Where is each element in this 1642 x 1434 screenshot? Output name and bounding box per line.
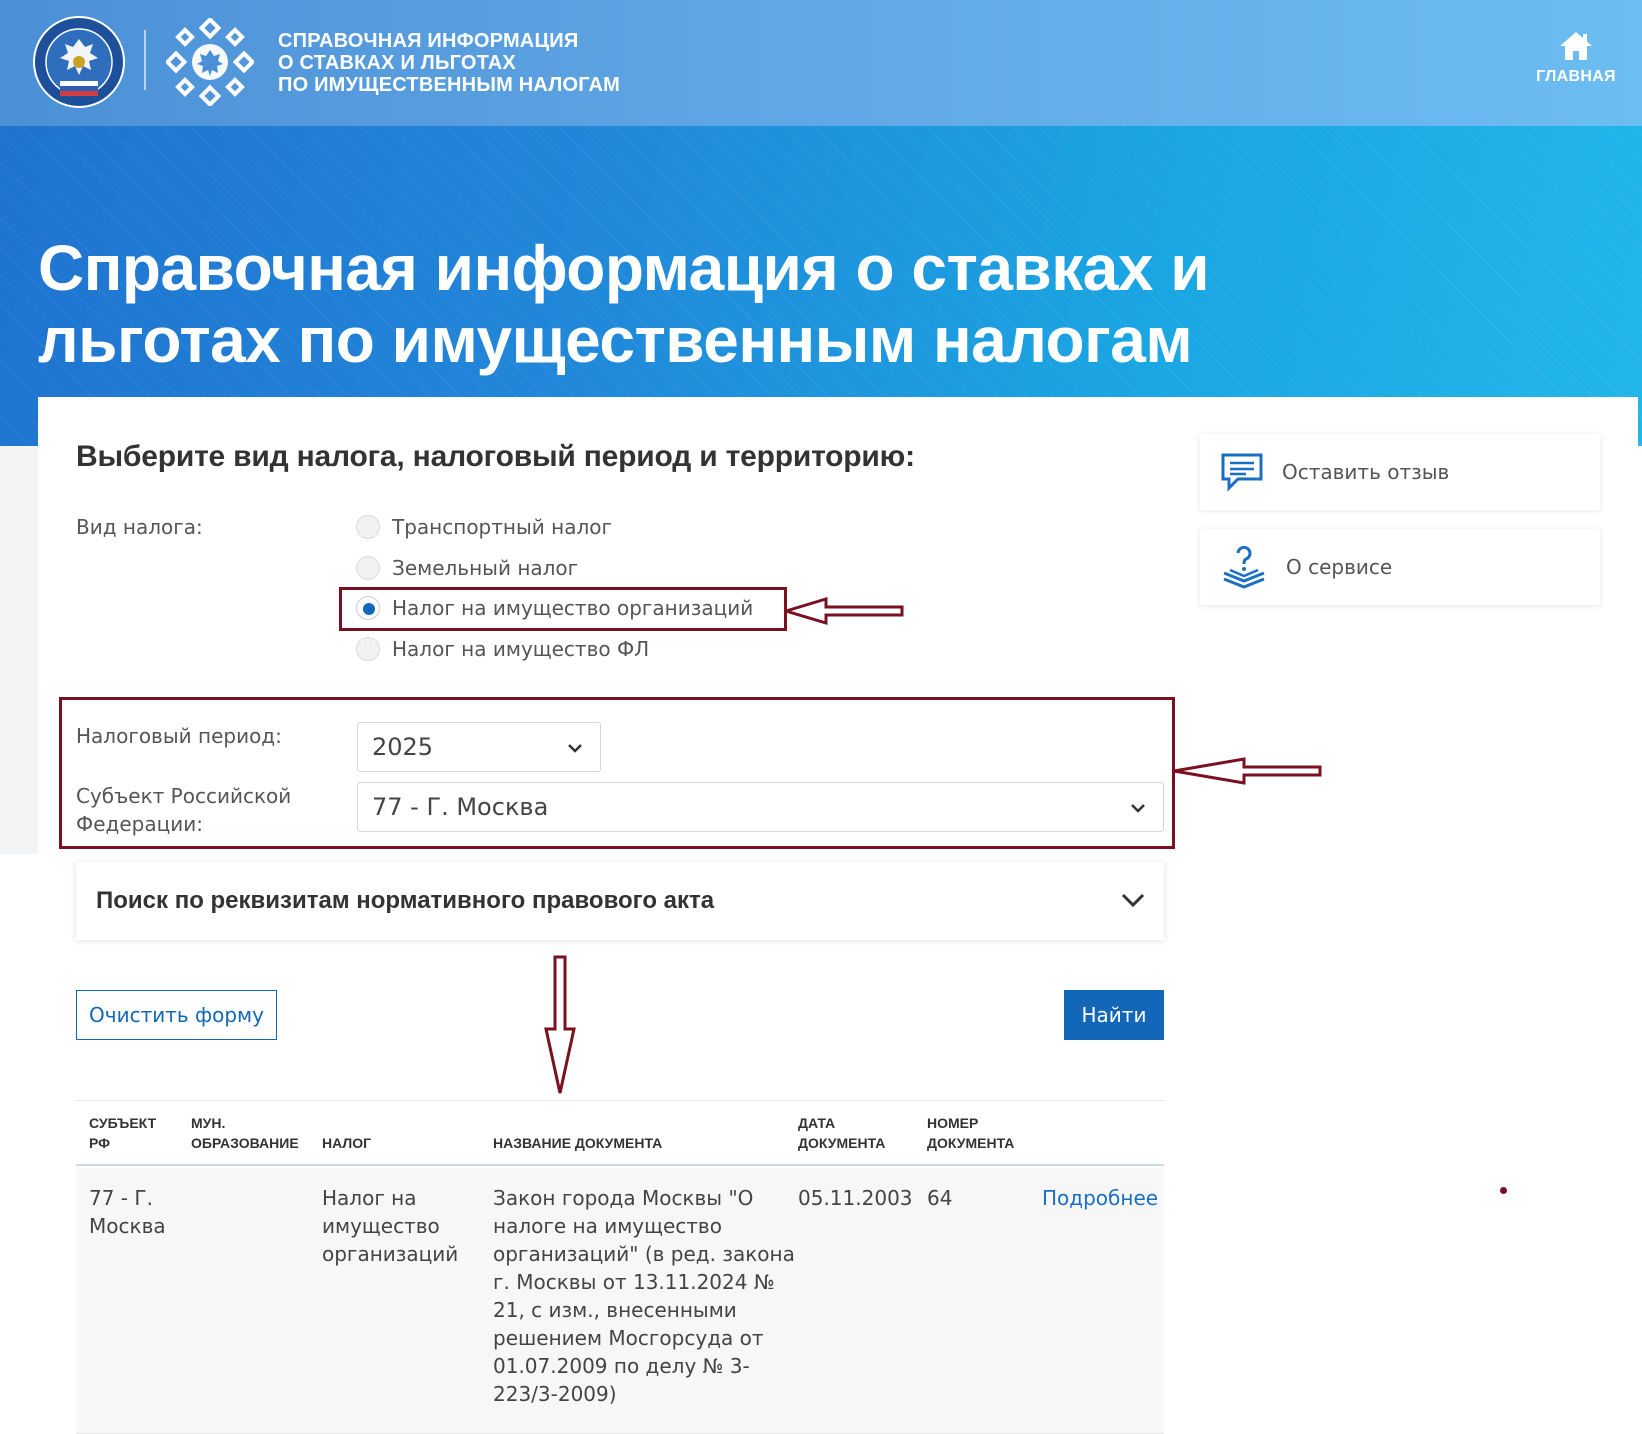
- column-header-number[interactable]: НОМЕР ДОКУМЕНТА: [927, 1113, 1014, 1153]
- home-link[interactable]: ГЛАВНАЯ: [1536, 30, 1616, 86]
- details-link[interactable]: Подробнее: [1042, 1184, 1158, 1212]
- service-title-line: Справочная информация: [278, 30, 579, 52]
- column-header-line: МУН.: [191, 1115, 226, 1131]
- npa-search-accordion[interactable]: Поиск по реквизитам нормативного правово…: [76, 862, 1164, 940]
- table-header: СУБЪЕКТ РФ МУН. ОБРАЗОВАНИЕ НАЛОГ НАЗВАН…: [76, 1100, 1164, 1166]
- radio-button[interactable]: [356, 556, 380, 580]
- left-background-strip: [0, 446, 38, 854]
- column-header-date[interactable]: ДАТА ДОКУМЕНТА: [798, 1113, 885, 1153]
- service-title-line: о ставках и льготах: [278, 52, 516, 74]
- column-header-line: НАЛОГ: [322, 1135, 372, 1151]
- fns-emblem-icon[interactable]: [32, 15, 126, 109]
- cell-line: г. Москвы от 13.11.2024 №: [493, 1270, 775, 1294]
- feedback-button[interactable]: Оставить отзыв: [1200, 434, 1600, 510]
- service-title: Справочная информация о ставках и льгота…: [278, 30, 620, 96]
- cell-line: налоге на имущество: [493, 1214, 722, 1238]
- column-header-line: ДАТА: [798, 1115, 836, 1131]
- find-button[interactable]: Найти: [1064, 990, 1164, 1040]
- cell-number: 64: [927, 1186, 953, 1210]
- clear-form-button[interactable]: Очистить форму: [76, 990, 277, 1040]
- cell-line: организаций" (в ред. закона: [493, 1242, 795, 1266]
- cell-line: решением Мосгорсуда от: [493, 1326, 764, 1350]
- cell-line: имущество: [322, 1214, 440, 1238]
- about-service-button[interactable]: О сервисе: [1200, 529, 1600, 605]
- tax-option-individual-property[interactable]: Налог на имущество ФЛ: [356, 634, 649, 664]
- cell-line: 21, с изм., внесенными: [493, 1298, 737, 1322]
- tax-option-transport[interactable]: Транспортный налог: [356, 512, 612, 542]
- annotation-box-period-subject: [59, 697, 1175, 849]
- feedback-label: Оставить отзыв: [1282, 460, 1450, 484]
- question-stack-icon: [1223, 545, 1265, 589]
- cell-line: Налог на: [322, 1186, 417, 1210]
- cell-line: Закон города Москвы "О: [493, 1186, 754, 1210]
- column-header-subject[interactable]: СУБЪЕКТ РФ: [89, 1113, 156, 1153]
- logo-separator: [144, 30, 146, 90]
- column-header-tax[interactable]: НАЛОГ: [322, 1113, 371, 1153]
- column-header-line: НОМЕР: [927, 1115, 979, 1131]
- home-icon: [1560, 32, 1592, 60]
- about-service-label: О сервисе: [1286, 555, 1393, 579]
- chevron-down-icon[interactable]: [1120, 890, 1146, 910]
- column-header-line: ДОКУМЕНТА: [798, 1135, 886, 1151]
- cell-line: Москва: [89, 1214, 166, 1238]
- column-header-municipality[interactable]: МУН. ОБРАЗОВАНИЕ: [191, 1113, 299, 1153]
- tax-type-label: Вид налога:: [76, 515, 203, 539]
- cell-line: 01.07.2009 по делу № 3-: [493, 1354, 750, 1378]
- annotation-box-tax-option: [339, 587, 787, 631]
- column-header-line: НАЗВАНИЕ ДОКУМЕНТА: [493, 1135, 663, 1151]
- column-header-line: ДОКУМЕНТА: [927, 1135, 1015, 1151]
- tax-option-label: Транспортный налог: [392, 515, 612, 539]
- cell-line: организаций: [322, 1242, 459, 1266]
- tax-option-label: Налог на имущество ФЛ: [392, 637, 650, 661]
- annotation-dot: [1500, 1187, 1507, 1194]
- radio-button[interactable]: [356, 637, 380, 661]
- service-title-line: по имущественным налогам: [278, 74, 621, 96]
- speech-bubble-icon: [1221, 453, 1263, 492]
- accordion-title: Поиск по реквизитам нормативного правово…: [96, 887, 715, 914]
- column-header-line: [493, 1113, 662, 1133]
- annotation-arrow-left-icon: [784, 596, 904, 626]
- cell-subject: 77 - Г. Москва: [89, 1184, 166, 1240]
- tax-option-label: Земельный налог: [392, 556, 579, 580]
- cell-tax: Налог на имущество организаций: [322, 1184, 458, 1268]
- column-header-line: ОБРАЗОВАНИЕ: [191, 1135, 299, 1151]
- column-header-line: РФ: [89, 1135, 111, 1151]
- form-heading: Выберите вид налога, налоговый период и …: [76, 440, 915, 473]
- table-row: 77 - Г. Москва Налог на имущество органи…: [76, 1168, 1164, 1434]
- column-header-document[interactable]: НАЗВАНИЕ ДОКУМЕНТА: [493, 1113, 662, 1153]
- cell-date: 05.11.2003: [798, 1186, 913, 1210]
- page-title: Справочная информация о ставках и льгота…: [38, 232, 1210, 376]
- cell-document: Закон города Москвы "О налоге на имущест…: [493, 1184, 795, 1408]
- home-label: ГЛАВНАЯ: [1536, 68, 1616, 85]
- service-emblem-icon[interactable]: [166, 18, 254, 106]
- tax-option-land[interactable]: Земельный налог: [356, 553, 578, 583]
- top-header: Справочная информация о ставках и льгота…: [0, 0, 1642, 126]
- annotation-arrow-down-icon: [544, 955, 576, 1094]
- annotation-arrow-left-icon: [1173, 757, 1322, 785]
- radio-button[interactable]: [356, 515, 380, 539]
- column-header-line: [322, 1113, 371, 1133]
- column-header-line: СУБЪЕКТ: [89, 1115, 157, 1131]
- cell-line: 77 - Г.: [89, 1186, 153, 1210]
- cell-line: 223/3-2009): [493, 1382, 617, 1406]
